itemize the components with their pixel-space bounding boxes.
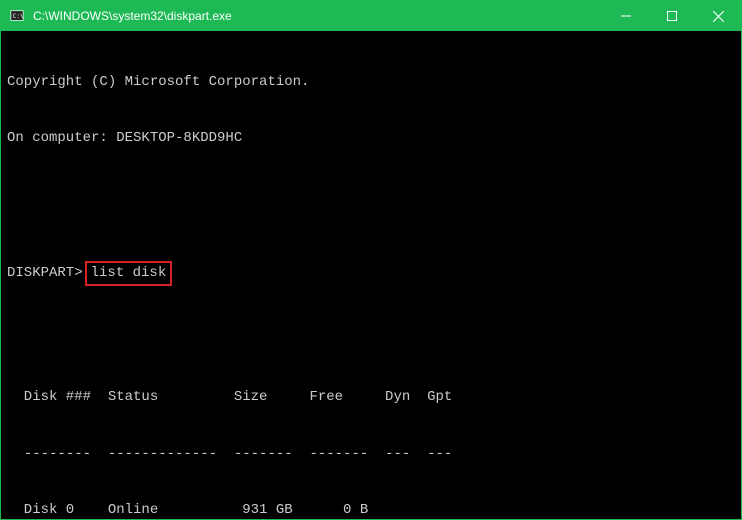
titlebar: C:\ C:\WINDOWS\system32\diskpart.exe — [1, 1, 741, 31]
computer-name: DESKTOP-8KDD9HC — [116, 130, 242, 146]
svg-text:C:\: C:\ — [13, 13, 24, 20]
window-frame: C:\ C:\WINDOWS\system32\diskpart.exe Cop… — [0, 0, 742, 520]
disk-table: Disk ### Status Size Free Dyn Gpt ------… — [7, 350, 735, 519]
window-title: C:\WINDOWS\system32\diskpart.exe — [33, 9, 232, 23]
app-icon: C:\ — [9, 8, 25, 24]
on-computer-label: On computer: — [7, 130, 116, 146]
computer-line: On computer: DESKTOP-8KDD9HC — [7, 129, 735, 148]
prompt-line-list-disk: DISKPART> list disk — [7, 261, 735, 286]
close-icon — [713, 11, 724, 22]
copyright-line: Copyright (C) Microsoft Corporation. — [7, 73, 735, 92]
blank-line — [7, 186, 735, 204]
command-list-disk: list disk — [85, 261, 173, 286]
maximize-icon — [667, 11, 677, 21]
maximize-button[interactable] — [649, 1, 695, 31]
console-area[interactable]: Copyright (C) Microsoft Corporation. On … — [1, 31, 741, 519]
minimize-icon — [621, 11, 631, 21]
window-controls — [603, 1, 741, 31]
table-header: Disk ### Status Size Free Dyn Gpt — [7, 388, 735, 407]
minimize-button[interactable] — [603, 1, 649, 31]
table-row: Disk 0 Online 931 GB 0 B — [7, 501, 735, 519]
table-separator: -------- ------------- ------- ------- -… — [7, 445, 735, 464]
prompt-label: DISKPART> — [7, 264, 83, 283]
close-button[interactable] — [695, 1, 741, 31]
